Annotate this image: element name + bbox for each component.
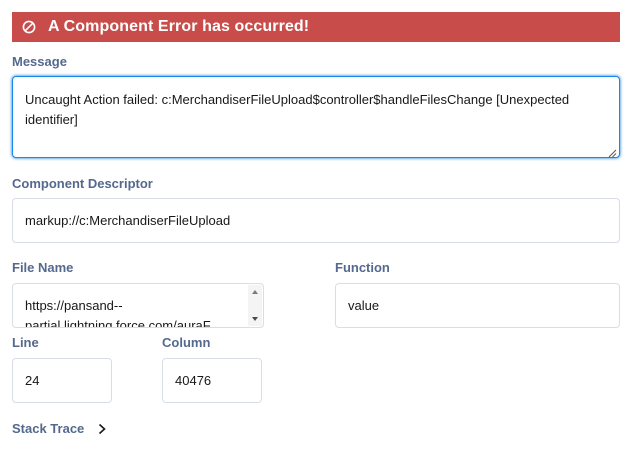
descriptor-text: markup://c:MerchandiserFileUpload <box>25 213 231 228</box>
column-label: Column <box>162 335 211 350</box>
column-text: 40476 <box>175 373 212 388</box>
line-field[interactable]: 24 <box>12 358 112 403</box>
line-label: Line <box>12 335 39 350</box>
function-text: value <box>348 298 380 313</box>
message-text: Uncaught Action failed: c:MerchandiserFi… <box>25 92 573 127</box>
stack-trace-toggle[interactable]: Stack Trace <box>12 421 106 436</box>
ban-icon <box>22 20 36 34</box>
file-name-label: File Name <box>12 260 74 275</box>
stack-trace-label: Stack Trace <box>12 421 85 436</box>
function-field[interactable]: value <box>335 283 620 328</box>
error-dialog: A Component Error has occurred! Message … <box>0 0 631 465</box>
file-name-text: https://pansand-- partial.lightning.forc… <box>25 298 211 328</box>
file-name-scrollbar[interactable] <box>248 285 262 326</box>
resize-grip-icon[interactable] <box>608 146 617 158</box>
message-textarea[interactable]: Uncaught Action failed: c:MerchandiserFi… <box>12 76 620 158</box>
descriptor-field[interactable]: markup://c:MerchandiserFileUpload <box>12 198 620 243</box>
column-field[interactable]: 40476 <box>162 358 262 403</box>
scroll-up-icon[interactable] <box>248 285 262 299</box>
error-banner: A Component Error has occurred! <box>12 12 620 42</box>
line-text: 24 <box>25 373 40 388</box>
function-label: Function <box>335 260 390 275</box>
chevron-right-icon <box>98 423 106 435</box>
message-label: Message <box>12 54 67 69</box>
descriptor-label: Component Descriptor <box>12 176 153 191</box>
error-title: A Component Error has occurred! <box>48 18 310 35</box>
scroll-down-icon[interactable] <box>248 312 262 326</box>
file-name-textarea[interactable]: https://pansand-- partial.lightning.forc… <box>12 283 264 328</box>
